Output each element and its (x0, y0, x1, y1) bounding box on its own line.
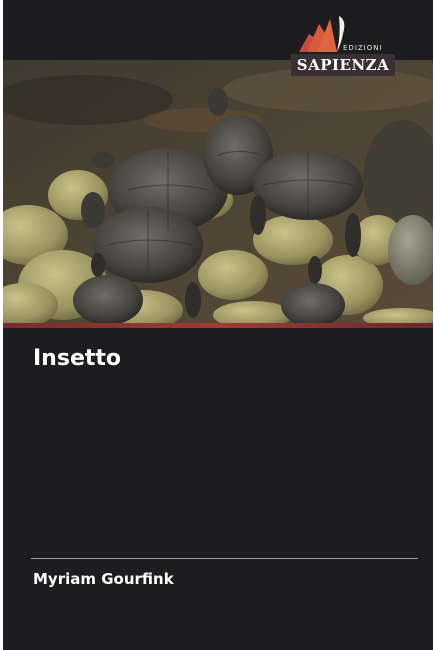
publisher-logo: EDIZIONI SAPIENZA (291, 14, 395, 76)
accent-band (3, 323, 433, 328)
publisher-name: SAPIENZA (296, 56, 390, 74)
book-cover: EDIZIONI SAPIENZA Insetto Myriam Gourfin… (3, 0, 433, 650)
book-author: Myriam Gourfink (33, 570, 174, 588)
author-divider (31, 558, 418, 559)
book-title: Insetto (33, 346, 122, 371)
cover-photo-turtles (3, 60, 433, 323)
publisher-name-plate: SAPIENZA (291, 54, 395, 76)
publisher-imprint-label: EDIZIONI (343, 44, 383, 52)
